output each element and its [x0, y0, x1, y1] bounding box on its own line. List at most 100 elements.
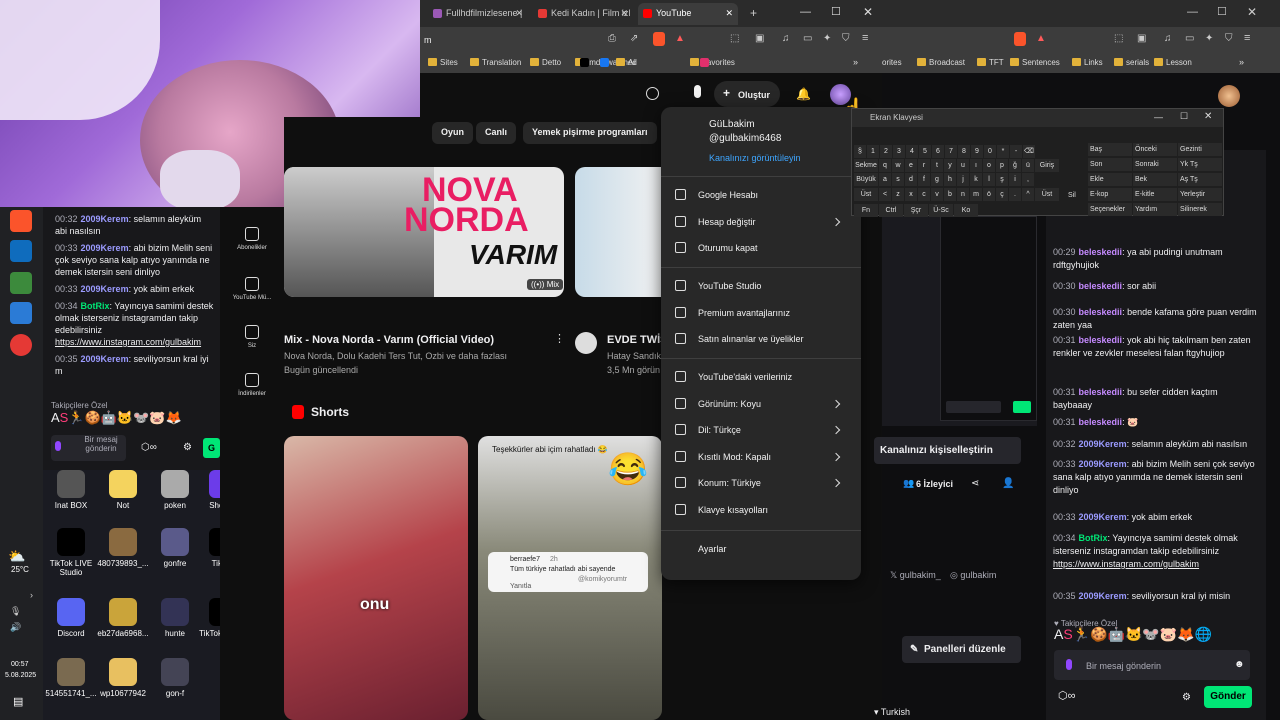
tw-chat-username[interactable]: beleskedii: [1079, 307, 1123, 317]
osk-key[interactable]: x: [905, 188, 917, 201]
tw-menu-icon[interactable]: ≡: [1244, 32, 1250, 44]
osk-key[interactable]: g: [931, 173, 943, 186]
osk-key[interactable]: ş: [996, 173, 1008, 186]
more-actions-icon[interactable]: ⋮: [554, 332, 565, 345]
extensions-icon[interactable]: ⬚: [730, 33, 739, 44]
osk-minimize[interactable]: —: [1154, 112, 1163, 122]
settings-icon[interactable]: ⚙: [183, 442, 192, 454]
video1-thumbnail[interactable]: NOVA NORDA VARIM ((•)) Mix: [284, 167, 564, 297]
osk-key[interactable]: 0: [984, 145, 996, 158]
osk-key[interactable]: ü: [1022, 159, 1034, 172]
osk-key[interactable]: -: [1010, 145, 1022, 158]
osk-side-key[interactable]: Yardım: [1133, 203, 1177, 216]
menu-item[interactable]: Oturumu kapat: [698, 243, 758, 253]
bookmark-item[interactable]: Favorites: [690, 58, 735, 67]
osk-key[interactable]: f: [918, 173, 930, 186]
tw-bookmark-item[interactable]: serials: [1114, 58, 1149, 67]
social-x[interactable]: 𝕏 gulbakim_: [890, 570, 941, 581]
menu-item[interactable]: Satın alınanlar ve üyelikler: [698, 334, 804, 344]
tw-extensions-icon[interactable]: ⬚: [1114, 33, 1123, 44]
tw-chat-username[interactable]: beleskedii: [1079, 335, 1123, 345]
tw-vpn-icon[interactable]: ⛉: [1225, 33, 1233, 44]
osk-key[interactable]: Ü-Sc: [929, 204, 953, 217]
osk-key[interactable]: 2: [880, 145, 892, 158]
filter-chip[interactable]: Yemek pişirme programları: [523, 122, 657, 144]
desktop-icon[interactable]: Discord: [43, 598, 99, 638]
osk-side-key[interactable]: Ekle: [1088, 173, 1132, 186]
osk-key[interactable]: v: [931, 188, 943, 201]
minimize-button[interactable]: —: [800, 6, 811, 18]
osk-key[interactable]: *: [997, 145, 1009, 158]
tw-bookmark-item[interactable]: orites: [882, 58, 902, 67]
maximize-button[interactable]: ☐: [831, 5, 841, 18]
share-icon[interactable]: ⇗: [630, 33, 638, 44]
tw-brave-shield-icon[interactable]: [1014, 32, 1026, 46]
record-icon[interactable]: [10, 334, 32, 356]
osk-key[interactable]: 7: [945, 145, 957, 158]
desktop-icon[interactable]: Not: [95, 470, 151, 510]
osk-side-key[interactable]: E-kop: [1088, 188, 1132, 201]
filter-chip[interactable]: Canlı: [476, 122, 517, 144]
bookmark-item[interactable]: Detto: [530, 58, 561, 67]
desktop-icon[interactable]: wp10677942: [95, 658, 151, 698]
menu-item[interactable]: Konum: Türkiye: [698, 478, 761, 488]
osk-key[interactable]: Ctrl: [879, 204, 903, 217]
tw-rewards-icon[interactable]: ▲: [1036, 33, 1046, 44]
bookmark-item[interactable]: Sites: [428, 58, 458, 67]
clock-time[interactable]: 00:57: [11, 661, 29, 668]
tw-chat-username[interactable]: 2009Kerem: [1079, 439, 1127, 449]
tw-chat-username[interactable]: beleskedii: [1079, 281, 1123, 291]
osk-key[interactable]: l: [983, 173, 995, 186]
tw-chat-username[interactable]: beleskedii: [1079, 417, 1123, 427]
osk-key[interactable]: a: [879, 173, 891, 186]
bell-icon[interactable]: 🔔: [796, 87, 811, 101]
osk-side-key[interactable]: Baş: [1088, 143, 1132, 156]
menu-item[interactable]: Google Hesabı: [698, 190, 758, 200]
share-stream-icon[interactable]: ⋖: [971, 478, 979, 489]
menu-item[interactable]: Dil: Türkçe: [698, 425, 741, 435]
osk-key[interactable]: q: [879, 159, 891, 172]
vpn-icon[interactable]: ⛉: [842, 33, 850, 44]
osk-side-key[interactable]: Bek: [1133, 173, 1177, 186]
new-tab-button[interactable]: +: [750, 6, 757, 20]
osk-side-key[interactable]: Gezinti: [1178, 143, 1222, 156]
osk-key[interactable]: ç: [996, 188, 1008, 201]
tw-chat-username[interactable]: BotRix: [1079, 533, 1108, 543]
osk-key[interactable]: ⌫: [1023, 145, 1035, 158]
osk-key[interactable]: p: [996, 159, 1008, 172]
osk-side-key[interactable]: Aş Tş: [1178, 173, 1222, 186]
tab-close-icon[interactable]: ✕: [620, 8, 628, 19]
osk-key[interactable]: §: [854, 145, 866, 158]
osk-key[interactable]: Sekme: [854, 159, 878, 172]
osk-key[interactable]: o: [983, 159, 995, 172]
brave-icon[interactable]: [10, 210, 32, 232]
osk-key[interactable]: Üst: [1035, 188, 1059, 201]
close-window-button[interactable]: ✕: [863, 5, 873, 19]
music-icon[interactable]: ♫: [782, 33, 790, 44]
osk-key[interactable]: c: [918, 188, 930, 201]
rewards-icon[interactable]: ▲: [675, 33, 685, 44]
osk-side-key[interactable]: Yk Tş: [1178, 158, 1222, 171]
send-button[interactable]: G: [203, 438, 220, 458]
tw-chat-username[interactable]: 2009Kerem: [1079, 512, 1127, 522]
tab-close-icon[interactable]: ✕: [515, 8, 523, 19]
osk-key[interactable]: w: [892, 159, 904, 172]
osk-side-key[interactable]: E-kitle: [1133, 188, 1177, 201]
osk-key[interactable]: e: [905, 159, 917, 172]
osk-key[interactable]: 6: [932, 145, 944, 158]
view-channel-link[interactable]: Kanalınızı görüntüleyin: [709, 153, 801, 163]
tw-music-icon[interactable]: ♫: [1164, 33, 1172, 44]
follow-user-icon[interactable]: 👤: [1002, 478, 1014, 489]
menu-settings[interactable]: Ayarlar: [698, 544, 726, 554]
osk-key[interactable]: ğ: [1009, 159, 1021, 172]
tw-settings-icon[interactable]: ⚙: [1182, 691, 1191, 704]
address-bar[interactable]: m ⎙ ⇗ ▲ ⬚ ▣ ♫ ▭ ✦ ⛉ ≡: [420, 27, 882, 53]
tw-chat-username[interactable]: 2009Kerem: [1079, 459, 1127, 469]
points-icon[interactable]: ⬡∞: [141, 442, 157, 454]
store-icon[interactable]: [10, 272, 32, 294]
osk-key[interactable]: u: [957, 159, 969, 172]
outlook-icon[interactable]: [10, 240, 32, 262]
browser-tab[interactable]: Fullhdfilmizlesene | ✕: [428, 3, 528, 25]
osk-side-key[interactable]: Son: [1088, 158, 1132, 171]
tw-bookmark-item[interactable]: Broadcast: [917, 58, 965, 67]
